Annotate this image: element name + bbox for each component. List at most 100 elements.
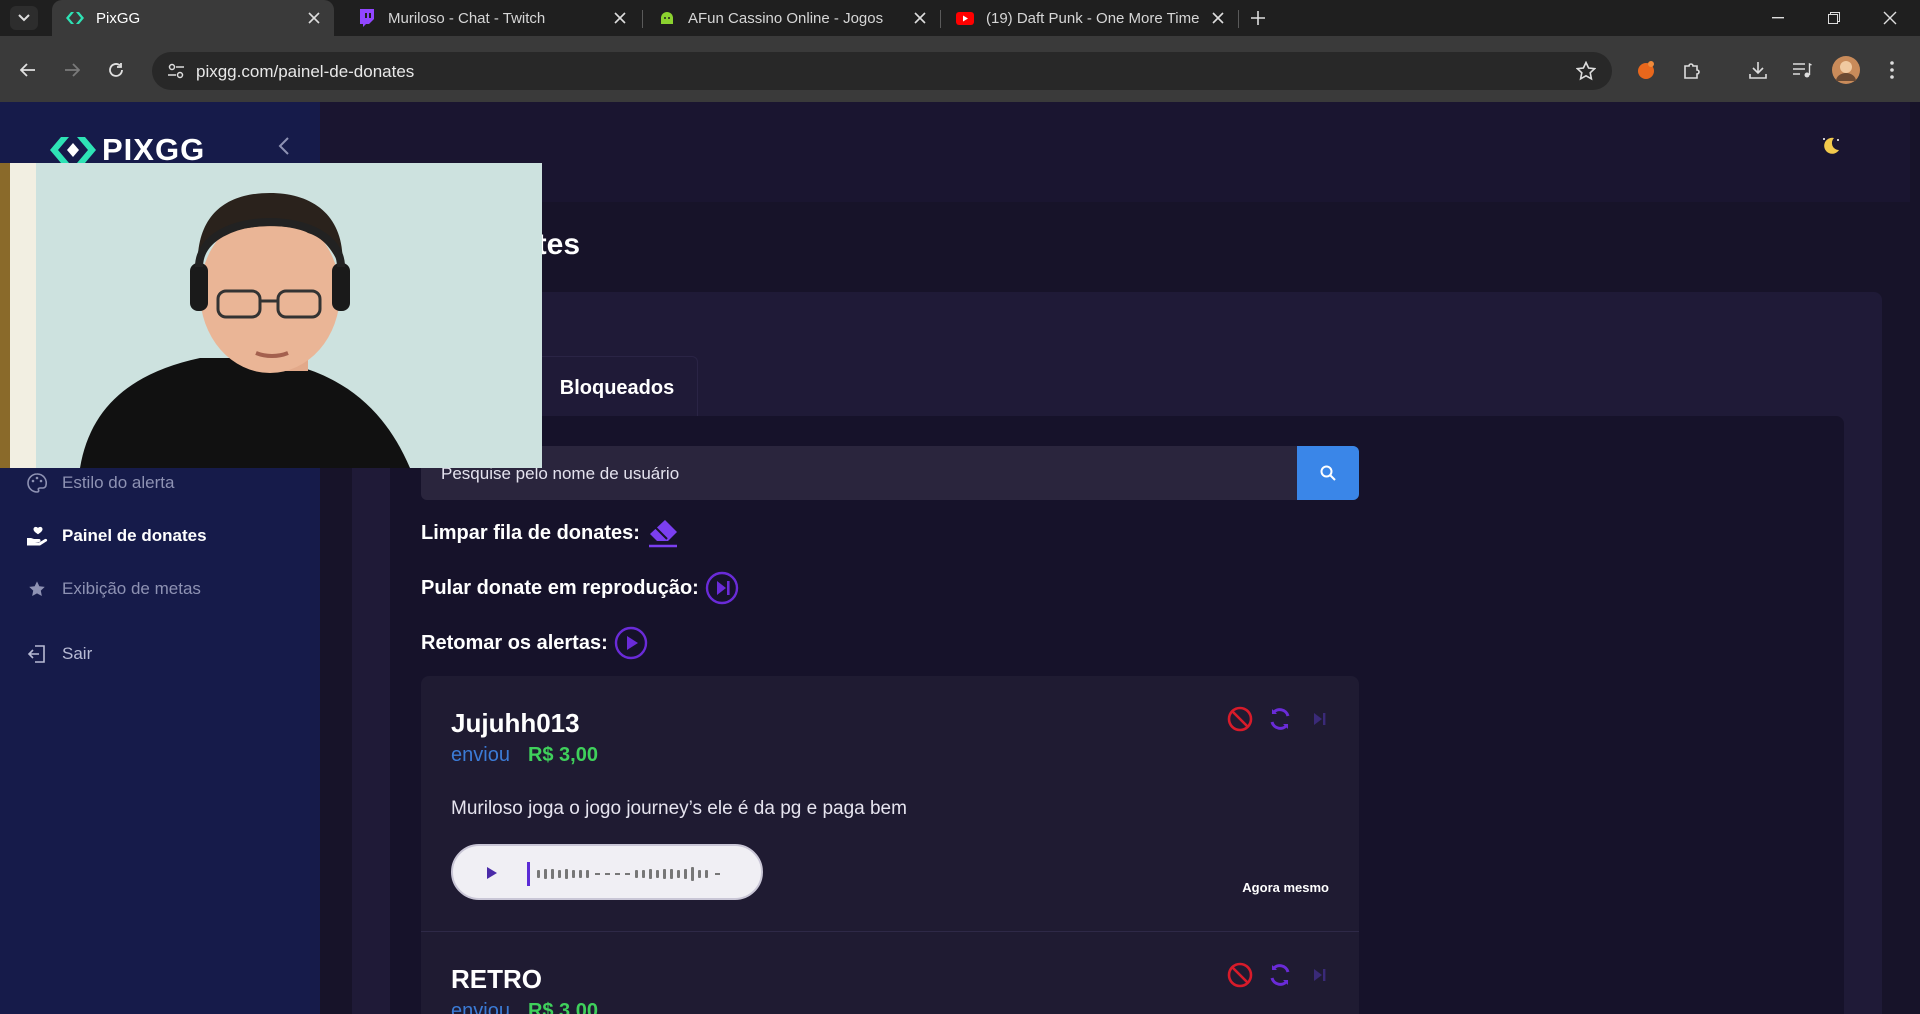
block-icon: [1227, 706, 1253, 732]
donate-time: Agora mesmo: [1242, 880, 1329, 895]
skip-donate-label: Pular donate em reprodução:: [421, 576, 699, 599]
close-tab-icon[interactable]: [606, 4, 634, 32]
tab-twitch[interactable]: Muriloso - Chat - Twitch: [344, 0, 640, 36]
collapse-sidebar-button[interactable]: [272, 134, 296, 158]
tab-pixgg[interactable]: PixGG: [52, 0, 334, 36]
refresh-icon: [1270, 964, 1290, 986]
skip-donate-button[interactable]: [705, 571, 739, 605]
block-user-button[interactable]: [1227, 706, 1253, 732]
restore-button[interactable]: [1806, 0, 1862, 36]
skip-forward-circle-icon: [705, 571, 739, 605]
minimize-button[interactable]: [1750, 0, 1806, 36]
eraser-icon: [648, 520, 677, 548]
sent-label: enviou: [451, 1000, 510, 1014]
audio-player[interactable]: [451, 844, 763, 900]
pixgg-favicon-icon: [66, 9, 84, 27]
tab-title: Muriloso - Chat - Twitch: [388, 9, 546, 27]
play-audio-button[interactable]: [483, 864, 501, 882]
forward-button[interactable]: [54, 52, 90, 88]
resume-alerts-label: Retomar os alertas:: [421, 631, 608, 654]
tab-search-button[interactable]: [10, 6, 38, 30]
close-tab-icon[interactable]: [300, 4, 328, 32]
star-icon: [26, 578, 48, 600]
clear-queue-button[interactable]: [646, 516, 680, 550]
tab-afun[interactable]: AFun Cassino Online - Jogos: [644, 0, 940, 36]
palette-icon: [26, 472, 48, 494]
play-circle-icon: [614, 626, 647, 660]
reload-icon: [109, 63, 123, 77]
clear-queue-label: Limpar fila de donates:: [421, 521, 640, 544]
tab-title: (19) Daft Punk - One More Time: [986, 9, 1200, 27]
extension-hand-icon[interactable]: [1630, 54, 1662, 86]
skip-donate-card-button[interactable]: [1307, 962, 1333, 988]
donate-card: Jujuhh013 enviou R$ 3,00 Muriloso joga o…: [421, 676, 1359, 932]
sidebar-item-sair[interactable]: Sair: [26, 643, 92, 665]
donate-message: Muriloso joga o jogo journey’s ele é da …: [451, 798, 907, 819]
tab-bloqueados[interactable]: Bloqueados: [536, 356, 698, 420]
back-button[interactable]: [10, 52, 46, 88]
donate-meta: enviou R$ 3,00: [451, 744, 598, 767]
skip-forward-icon: [1314, 713, 1326, 725]
youtube-icon: [956, 9, 974, 27]
search-button[interactable]: [1297, 446, 1359, 500]
replay-donate-button[interactable]: [1267, 962, 1293, 988]
close-tab-icon[interactable]: [1204, 4, 1232, 32]
clear-queue-row: Limpar fila de donates:: [421, 516, 680, 550]
twitch-icon: [358, 9, 376, 27]
pixgg-logo-icon: [50, 137, 96, 163]
sidebar-item-painel-de-donates[interactable]: Painel de donates: [26, 525, 207, 547]
close-tab-icon[interactable]: [906, 4, 934, 32]
browser-toolbar: pixgg.com/painel-de-donates: [0, 36, 1920, 102]
search-bar: Pesquise pelo nome de usuário: [421, 446, 1359, 500]
moon-stars-icon: [1823, 137, 1839, 154]
sidebar-item-label: Painel de donates: [62, 526, 207, 545]
profile-avatar[interactable]: [1830, 54, 1862, 86]
new-tab-button[interactable]: [1244, 4, 1272, 32]
top-bar: [320, 102, 1910, 202]
arrow-right-icon: [65, 63, 80, 77]
donor-name: RETRO: [451, 964, 542, 994]
close-window-button[interactable]: [1862, 0, 1918, 36]
donate-meta: enviou R$ 3,00: [451, 1000, 598, 1014]
refresh-icon: [1270, 708, 1290, 730]
browser-tab-bar: PixGG Muriloso - Chat - Twitch AFun Cass…: [0, 0, 1920, 36]
donor-name: Jujuhh013: [451, 708, 580, 738]
skip-donate-card-button[interactable]: [1307, 706, 1333, 732]
resume-alerts-button[interactable]: [614, 626, 648, 660]
resume-alerts-row: Retomar os alertas:: [421, 626, 648, 660]
more-menu-icon[interactable]: [1876, 54, 1908, 86]
close-icon: [1883, 11, 1897, 25]
theme-toggle[interactable]: [1820, 132, 1880, 160]
donate-actions: [1227, 962, 1333, 988]
replay-donate-button[interactable]: [1267, 706, 1293, 732]
extensions-puzzle-icon[interactable]: [1676, 54, 1708, 86]
reload-button[interactable]: [98, 52, 134, 88]
tab-separator: [642, 10, 643, 28]
playback-cursor: [527, 862, 530, 886]
block-user-button[interactable]: [1227, 962, 1253, 988]
site-settings-icon[interactable]: [162, 57, 190, 85]
sidebar-item-label: Sair: [62, 644, 93, 663]
plus-icon: [1251, 11, 1265, 25]
skip-donate-row: Pular donate em reprodução:: [421, 571, 739, 605]
donate-hand-icon: [26, 525, 48, 547]
tab-youtube[interactable]: (19) Daft Punk - One More Time: [942, 0, 1238, 36]
search-icon: [1320, 465, 1336, 481]
sent-label: enviou: [451, 744, 510, 766]
tab-title: AFun Cassino Online - Jogos: [688, 9, 884, 27]
sidebar-item-label: Estilo do alerta: [62, 473, 175, 492]
audio-waveform[interactable]: [535, 858, 745, 890]
address-bar[interactable]: pixgg.com/painel-de-donates: [152, 52, 1612, 90]
tab-separator: [1238, 10, 1239, 28]
chevron-down-icon: [18, 14, 30, 22]
android-icon: [658, 9, 676, 27]
sidebar-item-exibicao-de-metas[interactable]: Exibição de metas: [26, 578, 201, 600]
media-controls-icon[interactable]: [1786, 54, 1818, 86]
downloads-icon[interactable]: [1742, 54, 1774, 86]
skip-forward-icon: [1314, 969, 1326, 981]
minimize-icon: [1772, 17, 1784, 19]
donate-amount: R$ 3,00: [527, 744, 598, 766]
webcam-person-image: [0, 163, 542, 468]
bookmark-star-icon[interactable]: [1574, 59, 1598, 83]
sidebar-item-estilo-do-alerta[interactable]: Estilo do alerta: [26, 472, 174, 494]
